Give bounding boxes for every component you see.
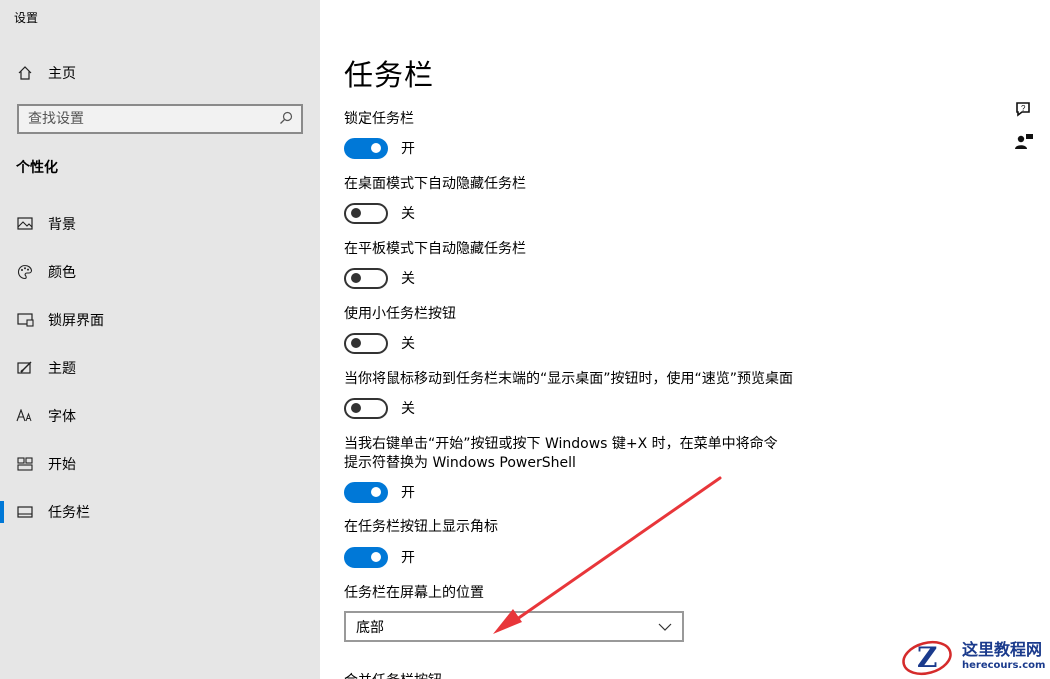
toggle-knob (371, 551, 381, 562)
toggle-knob (351, 337, 361, 348)
toggle-switch[interactable] (344, 267, 388, 289)
main-content: 任务栏 锁定任务栏 开 在桌面模式下自动隐藏任务栏 关 在平板模式下自动隐藏任务… (344, 0, 1050, 679)
picture-icon (16, 215, 34, 233)
sidebar-item-label: 字体 (48, 409, 76, 425)
font-icon (16, 407, 34, 425)
sidebar-item-background[interactable]: 背景 (0, 207, 320, 241)
taskbar-position-dropdown[interactable]: 底部 (344, 611, 684, 642)
search-box[interactable] (17, 104, 303, 134)
setting-powershell: 开 (344, 481, 415, 503)
setting-label: 使用小任务栏按钮 (344, 306, 456, 322)
watermark: Z 这里教程网 herecours.com (900, 634, 1045, 678)
toggle-knob (351, 207, 361, 218)
toggle-switch[interactable] (344, 546, 388, 568)
toggle-switch[interactable] (344, 332, 388, 354)
toggle-switch[interactable] (344, 397, 388, 419)
setting-peek: 关 (344, 397, 415, 419)
setting-label: 在平板模式下自动隐藏任务栏 (344, 241, 526, 257)
toggle-state: 开 (401, 550, 415, 566)
sidebar-item-label: 主题 (48, 361, 76, 377)
setting-autohide-tablet: 关 (344, 267, 415, 289)
palette-icon (16, 263, 34, 281)
toggle-state: 开 (401, 485, 415, 501)
toggle-knob (371, 142, 381, 153)
theme-icon (16, 359, 34, 377)
watermark-cn: 这里教程网 (962, 639, 1043, 659)
search-input[interactable] (28, 111, 268, 127)
sidebar-item-label: 锁屏界面 (48, 313, 104, 329)
chevron-down-icon (658, 619, 672, 635)
toggle-state: 关 (401, 401, 415, 417)
sidebar-item-colors[interactable]: 颜色 (0, 255, 320, 289)
taskbar-icon (16, 503, 34, 521)
watermark-en: herecours.com (962, 659, 1046, 671)
setting-autohide-desktop: 关 (344, 202, 415, 224)
setting-lock-taskbar: 开 (344, 137, 415, 159)
toggle-state: 开 (401, 141, 415, 157)
setting-label: 当我右键单击“开始”按钮或按下 Windows 键+X 时，在菜单中将命令提示符… (344, 436, 778, 471)
svg-text:Z: Z (917, 641, 937, 674)
feedback-icon[interactable] (1014, 132, 1034, 152)
toggle-state: 关 (401, 206, 415, 222)
setting-label: 锁定任务栏 (344, 111, 414, 127)
setting-badges: 开 (344, 546, 415, 568)
sidebar-item-taskbar[interactable]: 任务栏 (0, 495, 320, 529)
start-icon (16, 455, 34, 473)
toggle-knob (351, 272, 361, 283)
lockscreen-icon (16, 311, 34, 329)
setting-label: 当你将鼠标移动到任务栏末端的“显示桌面”按钮时，使用“速览”预览桌面 (344, 371, 794, 387)
nav-home[interactable]: 主页 (0, 56, 320, 90)
toggle-switch[interactable] (344, 481, 388, 503)
toggle-knob (371, 486, 381, 497)
toggle-switch[interactable] (344, 137, 388, 159)
dropdown-value: 底部 (356, 619, 384, 636)
section-title: 个性化 (16, 160, 58, 176)
sidebar-item-start[interactable]: 开始 (0, 447, 320, 481)
toggle-state: 关 (401, 271, 415, 287)
app-title: 设置 (14, 11, 39, 25)
search-icon[interactable] (279, 110, 293, 129)
combine-buttons-label: 合并任务栏按钮 (344, 670, 442, 679)
sidebar: 设置 主页 个性化 背景 颜色 锁屏界面 主题 (0, 0, 320, 679)
watermark-logo: Z (902, 640, 952, 676)
setting-label: 在任务栏按钮上显示角标 (344, 519, 498, 535)
sidebar-item-label: 背景 (48, 217, 76, 233)
toggle-state: 关 (401, 336, 415, 352)
toggle-switch[interactable] (344, 202, 388, 224)
toggle-knob (351, 402, 361, 413)
sidebar-item-themes[interactable]: 主题 (0, 351, 320, 385)
home-icon (16, 64, 34, 82)
sidebar-item-label: 颜色 (48, 265, 76, 281)
sidebar-item-label: 开始 (48, 457, 76, 473)
nav-home-label: 主页 (48, 66, 76, 82)
sidebar-item-label: 任务栏 (48, 505, 90, 521)
position-label: 任务栏在屏幕上的位置 (344, 585, 484, 601)
sidebar-item-lockscreen[interactable]: 锁屏界面 (0, 303, 320, 337)
svg-text:?: ? (1021, 104, 1026, 113)
get-help-icon[interactable]: ? (1014, 100, 1034, 120)
setting-label: 在桌面模式下自动隐藏任务栏 (344, 176, 526, 192)
sidebar-item-fonts[interactable]: 字体 (0, 399, 320, 433)
page-title: 任务栏 (344, 58, 435, 92)
setting-small-buttons: 关 (344, 332, 415, 354)
